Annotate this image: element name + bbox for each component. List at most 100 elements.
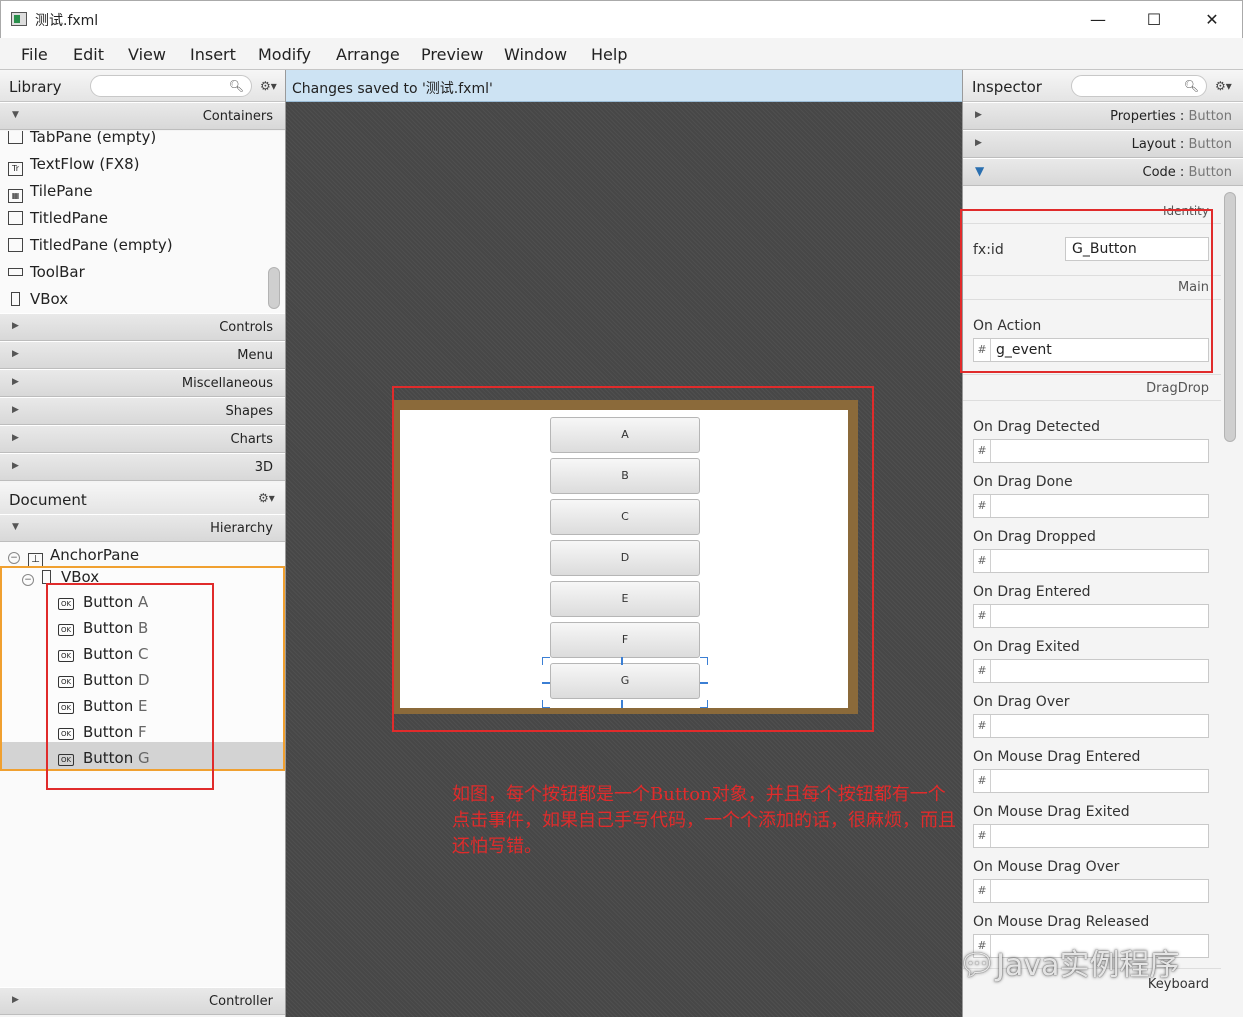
event-field[interactable]: # [973, 494, 1209, 518]
section-controls[interactable]: ▶ Controls [0, 313, 285, 341]
menu-insert[interactable]: Insert [190, 45, 236, 64]
section-label: Code [1142, 165, 1176, 180]
menu-arrange[interactable]: Arrange [336, 45, 400, 64]
section-target: Button [1188, 165, 1232, 180]
gear-icon[interactable]: ⚙▾ [1215, 79, 1232, 93]
title-bar: 测试.fxml — ☐ ✕ [0, 0, 1243, 38]
section-containers[interactable]: ▼ Containers [0, 102, 285, 130]
section-hierarchy[interactable]: ▼ Hierarchy [0, 514, 285, 542]
section-properties[interactable]: ▶ Properties : Button [963, 102, 1243, 130]
event-label: On Drag Entered [973, 584, 1091, 600]
event-label: On Drag Exited [973, 639, 1080, 655]
library-item[interactable]: TabPane (empty) [8, 131, 156, 151]
dragdrop-header: DragDrop [1146, 381, 1209, 396]
event-label: On Mouse Drag Exited [973, 804, 1130, 820]
event-field[interactable]: # [973, 549, 1209, 573]
status-message: Changes saved to '测试.fxml' [292, 81, 493, 97]
event-label: On Drag Detected [973, 419, 1100, 435]
event-field[interactable]: # [973, 439, 1209, 463]
library-item[interactable]: ToolBar [8, 259, 85, 286]
titledpane-icon [8, 238, 23, 252]
event-field[interactable]: # [973, 824, 1209, 848]
menu-edit[interactable]: Edit [73, 45, 104, 64]
library-item[interactable]: ▦ TilePane [8, 178, 93, 205]
stage-button-c[interactable]: C [550, 499, 700, 535]
section-layout[interactable]: ▶ Layout : Button [963, 130, 1243, 158]
section-code[interactable]: ▼ Code : Button [963, 158, 1243, 186]
window-title: 测试.fxml [35, 13, 99, 29]
search-icon: 🔍︎ [228, 79, 244, 93]
library-title: Library [9, 78, 62, 96]
menu-help[interactable]: Help [591, 45, 627, 64]
menu-file[interactable]: File [21, 45, 48, 64]
library-item[interactable]: TitledPane (empty) [8, 232, 173, 259]
menu-preview[interactable]: Preview [421, 45, 483, 64]
tilepane-icon: ▦ [8, 189, 23, 203]
section-3d[interactable]: ▶ 3D [0, 453, 285, 481]
expand-arrow-icon: ▶ [12, 321, 19, 331]
section-menu[interactable]: ▶ Menu [0, 341, 285, 369]
design-canvas[interactable]: Changes saved to '测试.fxml' A B C D E F G… [286, 70, 962, 1017]
resize-handle[interactable] [700, 700, 708, 708]
section-controller[interactable]: ▶ Controller [0, 987, 285, 1015]
event-field[interactable]: # [973, 769, 1209, 793]
collapse-icon[interactable]: − [22, 574, 34, 586]
item-label: VBox [30, 290, 69, 308]
menu-modify[interactable]: Modify [258, 45, 311, 64]
stage-button-a[interactable]: A [550, 417, 700, 453]
tree-label: AnchorPane [50, 546, 140, 564]
gear-icon[interactable]: ⚙▾ [258, 491, 275, 505]
library-search-input[interactable]: 🔍︎ [90, 75, 252, 97]
expand-arrow-icon: ▶ [12, 995, 19, 1005]
resize-handle[interactable] [542, 657, 550, 665]
event-field[interactable]: # [973, 659, 1209, 683]
library-scrollbar[interactable] [268, 267, 280, 309]
gear-icon[interactable]: ⚙▾ [260, 79, 277, 93]
wechat-icon: 💬︎ [958, 948, 997, 983]
stage-button-e[interactable]: E [550, 581, 700, 617]
hash-icon: # [974, 770, 991, 792]
library-item[interactable]: VBox [8, 286, 68, 313]
hash-icon: # [974, 440, 991, 462]
section-charts[interactable]: ▶ Charts [0, 425, 285, 453]
menu-view[interactable]: View [128, 45, 166, 64]
inspector-scrollbar[interactable] [1224, 192, 1236, 442]
section-target: Button [1188, 137, 1232, 152]
toolbar-icon [8, 268, 23, 276]
inspector-search-input[interactable]: 🔍︎ [1071, 75, 1207, 97]
resize-handle[interactable] [700, 682, 708, 684]
titledpane-icon [8, 211, 23, 225]
collapse-icon[interactable]: − [8, 552, 20, 564]
annotation-box-right [960, 209, 1213, 373]
resize-handle[interactable] [621, 700, 623, 708]
stage-button-d[interactable]: D [550, 540, 700, 576]
resize-handle[interactable] [621, 657, 623, 665]
document-header: Document ⚙▾ [0, 483, 285, 515]
watermark: 💬︎Java实例程序 [958, 940, 1179, 984]
resize-handle[interactable] [542, 700, 550, 708]
separator: : [1175, 109, 1189, 124]
stage-button-g[interactable]: G [550, 663, 700, 699]
event-label: On Drag Done [973, 474, 1073, 490]
stage-button-f[interactable]: F [550, 622, 700, 658]
hash-icon: # [974, 825, 991, 847]
collapse-arrow-icon: ▼ [12, 110, 19, 120]
library-item[interactable]: Tr TextFlow (FX8) [8, 151, 140, 178]
event-field[interactable]: # [973, 714, 1209, 738]
stage-button-b[interactable]: B [550, 458, 700, 494]
event-field[interactable]: # [973, 604, 1209, 628]
resize-handle[interactable] [542, 682, 550, 684]
event-field[interactable]: # [973, 879, 1209, 903]
section-shapes[interactable]: ▶ Shapes [0, 397, 285, 425]
minimize-button[interactable]: — [1069, 1, 1127, 39]
menu-window[interactable]: Window [504, 45, 567, 64]
library-item[interactable]: TitledPane [8, 205, 108, 232]
section-miscellaneous[interactable]: ▶ Miscellaneous [0, 369, 285, 397]
expand-arrow-icon: ▶ [12, 377, 19, 387]
resize-handle[interactable] [700, 657, 708, 665]
section-label: 3D [254, 460, 273, 475]
watermark-text: Java实例程序 [996, 948, 1180, 983]
maximize-button[interactable]: ☐ [1125, 1, 1183, 39]
event-label: On Mouse Drag Entered [973, 749, 1141, 765]
close-button[interactable]: ✕ [1183, 1, 1241, 39]
